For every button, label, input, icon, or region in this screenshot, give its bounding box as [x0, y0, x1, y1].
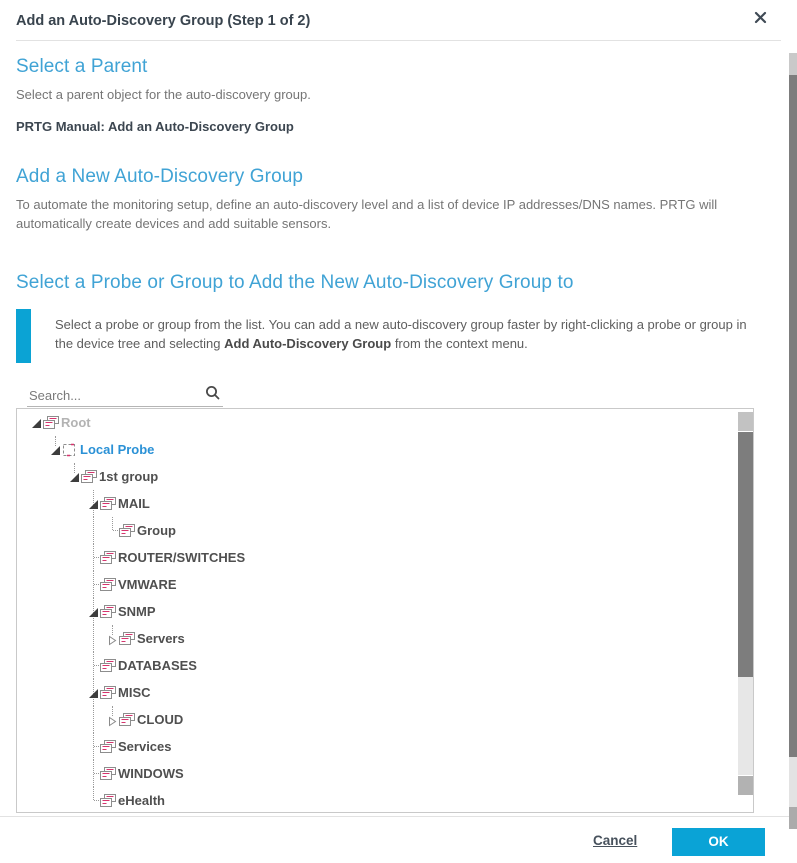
tree-connector-line: [93, 517, 94, 544]
group-icon: [100, 686, 116, 704]
tree-item-mail[interactable]: MAIL: [17, 490, 738, 517]
tree-item-root[interactable]: Root: [17, 409, 738, 436]
tree-item-label[interactable]: CLOUD: [137, 706, 183, 733]
page-scrollbar-down[interactable]: [789, 807, 797, 829]
cancel-button[interactable]: Cancel: [593, 833, 637, 848]
group-icon: [43, 416, 59, 434]
page-scrollbar-track[interactable]: [789, 757, 797, 807]
tree-connector-line: [112, 517, 113, 530]
tree-item-local-probe[interactable]: Local Probe: [17, 436, 738, 463]
tree-connector-line: [55, 436, 56, 446]
tree-connector-line: [93, 490, 94, 517]
page-scrollbar-thumb[interactable]: [789, 75, 797, 757]
group-icon: [100, 659, 116, 677]
group-icon: [100, 578, 116, 596]
expander-closed-icon[interactable]: [108, 714, 117, 732]
tree-item-snmp[interactable]: SNMP: [17, 598, 738, 625]
tree-connector-line: [93, 706, 94, 733]
tree-item-databases[interactable]: DATABASES: [17, 652, 738, 679]
tree-scrollbar-down[interactable]: [738, 776, 753, 795]
tree-item-label[interactable]: ROUTER/SWITCHES: [118, 544, 245, 571]
tree-item-label[interactable]: MISC: [118, 679, 151, 706]
tree-item-label[interactable]: WINDOWS: [118, 760, 184, 787]
expander-closed-icon[interactable]: [108, 633, 117, 651]
info-accent-bar: [16, 309, 31, 363]
group-icon: [100, 497, 116, 515]
header-divider: [16, 40, 781, 41]
tree-item-label[interactable]: eHealth: [118, 787, 165, 812]
tree-item-misc[interactable]: MISC: [17, 679, 738, 706]
group-icon: [100, 794, 116, 812]
tree-item-ehealth[interactable]: eHealth: [17, 787, 738, 812]
tree-item-windows[interactable]: WINDOWS: [17, 760, 738, 787]
tree-connector-line: [93, 598, 94, 625]
prtg-manual-link[interactable]: PRTG Manual: Add an Auto-Discovery Group: [16, 119, 294, 134]
info-text-bold: Add Auto-Discovery Group: [224, 336, 391, 351]
tree-item-label[interactable]: Local Probe: [80, 436, 154, 463]
footer-divider: [0, 816, 789, 817]
tree-item-label[interactable]: Root: [61, 409, 91, 436]
tree-item-label[interactable]: Group: [137, 517, 176, 544]
tree-item-router-switches[interactable]: ROUTER/SWITCHES: [17, 544, 738, 571]
tree-scrollbar[interactable]: [738, 409, 753, 812]
tree-item-cloud[interactable]: CLOUD: [17, 706, 738, 733]
tree-connector-line: [74, 463, 75, 473]
add-group-description: To automate the monitoring setup, define…: [16, 195, 778, 233]
section-heading-select-parent: Select a Parent: [16, 56, 147, 78]
tree-item-label[interactable]: SNMP: [118, 598, 156, 625]
group-icon: [119, 713, 135, 731]
group-icon: [100, 740, 116, 758]
info-text-after: from the context menu.: [391, 336, 528, 351]
info-text: Select a probe or group from the list. Y…: [55, 315, 761, 353]
expander-open-icon[interactable]: [51, 446, 60, 455]
search-input[interactable]: [27, 384, 201, 406]
select-parent-description: Select a parent object for the auto-disc…: [16, 85, 311, 104]
group-icon: [119, 524, 135, 542]
probe-icon: [62, 443, 76, 462]
tree-connector-line: [93, 787, 94, 800]
tree-connector-line: [93, 625, 94, 652]
device-tree-panel: Root Local Probe 1st group MAIL Group RO…: [16, 408, 754, 813]
group-icon: [100, 605, 116, 623]
tree-item-vmware[interactable]: VMWARE: [17, 571, 738, 598]
tree-item-group[interactable]: Group: [17, 517, 738, 544]
close-icon[interactable]: [754, 11, 774, 31]
tree-item-services[interactable]: Services: [17, 733, 738, 760]
expander-open-icon[interactable]: [32, 419, 41, 428]
device-tree: Root Local Probe 1st group MAIL Group RO…: [17, 409, 738, 812]
tree-item-1st-group[interactable]: 1st group: [17, 463, 738, 490]
section-heading-add-group: Add a New Auto-Discovery Group: [16, 166, 303, 188]
tree-item-label[interactable]: Servers: [137, 625, 185, 652]
page-scrollbar-up[interactable]: [789, 53, 797, 75]
tree-item-label[interactable]: DATABASES: [118, 652, 197, 679]
tree-item-label[interactable]: 1st group: [99, 463, 158, 490]
tree-item-label[interactable]: VMWARE: [118, 571, 177, 598]
group-icon: [81, 470, 97, 488]
section-heading-select-probe: Select a Probe or Group to Add the New A…: [16, 272, 574, 294]
tree-scrollbar-thumb[interactable]: [738, 432, 753, 677]
search-field: [27, 382, 223, 407]
tree-item-servers[interactable]: Servers: [17, 625, 738, 652]
tree-scrollbar-up[interactable]: [738, 412, 753, 431]
group-icon: [100, 551, 116, 569]
group-icon: [119, 632, 135, 650]
ok-button[interactable]: OK: [672, 828, 765, 856]
group-icon: [100, 767, 116, 785]
search-icon[interactable]: [205, 385, 221, 406]
tree-connector-line: [93, 679, 94, 706]
dialog-title: Add an Auto-Discovery Group (Step 1 of 2…: [16, 13, 310, 29]
tree-item-label[interactable]: Services: [118, 733, 172, 760]
tree-item-label[interactable]: MAIL: [118, 490, 150, 517]
expander-open-icon[interactable]: [70, 473, 79, 482]
page-scrollbar[interactable]: [789, 0, 797, 863]
